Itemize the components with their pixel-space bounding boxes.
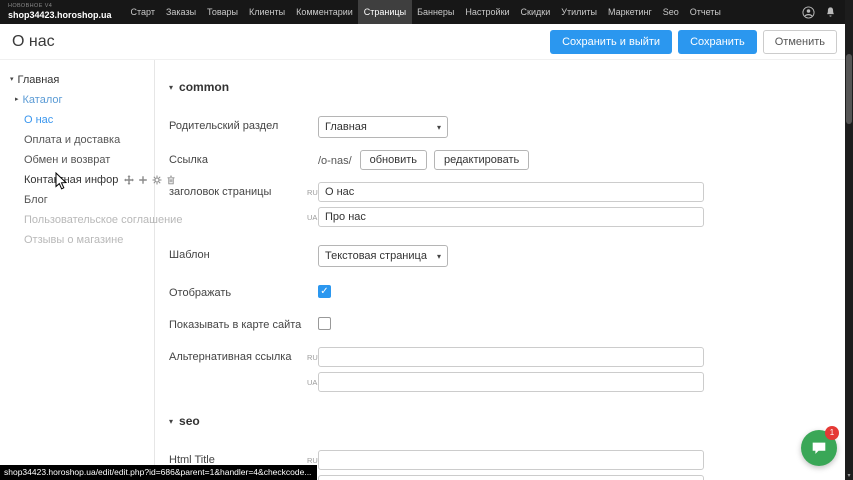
sidebar-item-label: О нас [24,110,53,130]
logo-version-label: НОВОВНОЕ V4 [8,4,125,10]
page-title-ua-input[interactable] [318,207,704,227]
sidebar-item-label: Оплата и доставка [24,130,120,150]
page-url-path: /o-nas/ [307,150,360,167]
chevron-down-icon: ▾ [169,83,173,92]
save-button[interactable]: Сохранить [678,30,757,54]
sidebar-item-exchange-return[interactable]: Обмен и возврат [0,150,154,170]
lang-ua-label: UA [307,372,318,392]
field-label: Альтернативная ссылка [169,347,307,363]
sidebar-item-user-agreement[interactable]: Пользовательское соглашение [0,210,154,230]
menu-item-orders[interactable]: Заказы [160,0,201,24]
edit-form: ▾ common Родительский раздел Главная ▾ С… [155,60,853,480]
chat-bubble-icon [810,439,828,457]
alt-link-ru-input[interactable] [318,347,704,367]
scrollbar-down-arrow[interactable]: ▾ [845,472,853,479]
menu-item-clients[interactable]: Клиенты [244,0,291,24]
field-label: Ссылка [169,150,307,166]
display-checkbox[interactable]: ✓ [318,285,331,298]
screen: НОВОВНОЕ V4 shop34423.horoshop.ua Старт … [0,0,853,480]
page-header: О нас Сохранить и выйти Сохранить Отмени… [0,24,853,60]
page-title: О нас [12,33,55,51]
sitemap-checkbox[interactable] [318,317,331,330]
chevron-down-icon: ▾ [437,252,441,261]
html-title-ua-input[interactable] [318,475,704,480]
chevron-down-icon: ▾ [10,70,14,90]
display-row: Отображать ✓ [163,283,853,299]
menu-item-start[interactable]: Старт [125,0,160,24]
sidebar-item-label: Главная [18,70,60,90]
link-row: Ссылка /o-nas/ обновить редактировать [163,150,853,170]
page-title-ru-input[interactable] [318,182,704,202]
sidebar-item-catalog[interactable]: ▸ Каталог [0,90,154,110]
menu-item-comments[interactable]: Комментарии [291,0,359,24]
field-label: Родительский раздел [169,116,307,132]
menu-item-utilities[interactable]: Утилиты [556,0,603,24]
chevron-down-icon: ▾ [437,123,441,132]
sidebar-item-label: Каталог [23,90,63,110]
menu-item-pages[interactable]: Страницы [358,0,411,24]
sidebar-item-store-reviews[interactable]: Отзывы о магазине [0,230,154,250]
sidebar-item-label: Контактная инфор [24,170,118,190]
selected-value: Текстовая страница [325,250,427,262]
user-account-icon[interactable] [802,6,815,19]
alt-link-ua-input[interactable] [318,372,704,392]
parent-section-row: Родительский раздел Главная ▾ [163,116,853,138]
menu-item-banners[interactable]: Баннеры [412,0,460,24]
template-row: Шаблон Текстовая страница ▾ [163,245,853,267]
move-icon[interactable] [124,175,134,185]
field-label: Шаблон [169,245,307,261]
alt-link-row: Альтернативная ссылка RU UA [163,347,853,392]
chevron-down-icon: ▾ [169,417,173,426]
logo[interactable]: НОВОВНОЕ V4 shop34423.horoshop.ua [0,4,125,20]
lang-ru-label: RU [307,347,318,367]
field-label: Отображать [169,283,307,299]
chat-unread-badge: 1 [825,426,839,440]
refresh-link-button[interactable]: обновить [360,150,427,170]
lang-ru-label: RU [307,182,318,202]
sidebar-item-payment-delivery[interactable]: Оплата и доставка [0,130,154,150]
sidebar-item-label: Отзывы о магазине [24,230,123,250]
notifications-bell-icon[interactable] [824,6,837,19]
selected-value: Главная [325,121,367,133]
sidebar-item-contact-info[interactable]: Контактная инфор [0,170,154,190]
section-title: seo [179,414,200,428]
sidebar-item-blog[interactable]: Блог [0,190,154,210]
template-select[interactable]: Текстовая страница ▾ [318,245,448,267]
shop-domain-label: shop34423.horoshop.ua [8,11,125,20]
header-buttons: Сохранить и выйти Сохранить Отменить [550,30,837,54]
topbar-menu: Старт Заказы Товары Клиенты Комментарии … [125,0,726,24]
section-seo-toggle[interactable]: ▾ seo [163,414,853,428]
sidebar-item-about[interactable]: О нас [0,110,154,130]
edit-link-button[interactable]: редактировать [434,150,529,170]
field-label: заголовок страницы [169,182,307,198]
menu-item-products[interactable]: Товары [202,0,244,24]
topbar: НОВОВНОЕ V4 shop34423.horoshop.ua Старт … [0,0,853,24]
menu-item-marketing[interactable]: Маркетинг [602,0,657,24]
browser-status-url: shop34423.horoshop.ua/edit/edit.php?id=6… [0,465,317,480]
menu-item-seo[interactable]: Seo [657,0,684,24]
scrollbar-thumb[interactable] [846,54,852,124]
chevron-right-icon: ▸ [15,90,19,110]
pages-tree-sidebar: ▾ Главная ▸ Каталог О нас Оплата и доста… [0,60,155,480]
sitemap-row: Показывать в карте сайта [163,315,853,331]
chat-widget-button[interactable]: 1 [801,430,837,466]
sidebar-item-home[interactable]: ▾ Главная [0,70,154,90]
parent-section-select[interactable]: Главная ▾ [318,116,448,138]
menu-item-reports[interactable]: Отчеты [684,0,726,24]
scrollbar-track[interactable]: ▾ [845,0,853,480]
page-title-row: заголовок страницы RU UA [163,182,853,227]
section-title: common [179,80,229,94]
sidebar-item-label: Обмен и возврат [24,150,110,170]
menu-item-discounts[interactable]: Скидки [515,0,556,24]
field-label: Показывать в карте сайта [169,315,307,331]
cancel-button[interactable]: Отменить [763,30,837,54]
add-page-icon[interactable] [138,175,148,185]
html-title-ru-input[interactable] [318,450,704,470]
sidebar-item-label: Блог [24,190,48,210]
save-and-exit-button[interactable]: Сохранить и выйти [550,30,672,54]
section-common-toggle[interactable]: ▾ common [163,80,853,94]
menu-item-settings[interactable]: Настройки [460,0,515,24]
main-area: ▾ Главная ▸ Каталог О нас Оплата и доста… [0,60,853,480]
lang-ua-label: UA [307,207,318,227]
